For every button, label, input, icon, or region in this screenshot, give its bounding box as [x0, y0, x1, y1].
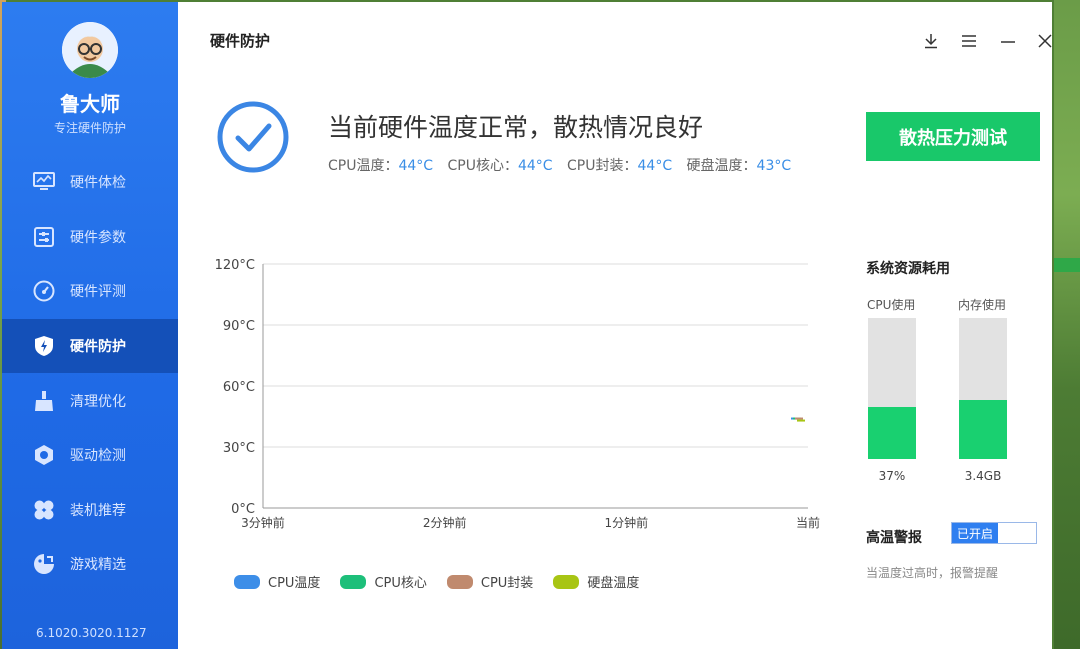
status-headline: 当前硬件温度正常，散热情况良好 [328, 113, 704, 142]
sidebar-item-label: 硬件防护 [70, 339, 126, 356]
sidebar: 鲁大师 专注硬件防护 硬件体检 硬件参数 硬件评测 硬件防护 清理优化 驱动检测… [2, 2, 178, 649]
app-name: 鲁大师 [60, 92, 120, 116]
watermark-text: 什么值得买 [948, 612, 1038, 633]
sidebar-item-build-recommend[interactable]: 装机推荐 [2, 483, 178, 538]
disk-temp-label: 硬盘温度： [686, 158, 757, 174]
sidebar-item-cleanup[interactable]: 清理优化 [2, 373, 178, 428]
sidebar-item-hardware-protection[interactable]: 硬件防护 [2, 318, 178, 374]
legend-swatch-disk-temp [553, 574, 580, 589]
disk-temp-value: 43°C [756, 158, 792, 174]
avatar[interactable] [62, 22, 118, 78]
high-temp-alarm-toggle[interactable]: 已开启 [951, 522, 1037, 544]
watermark: 值 什么值得买 [910, 606, 1038, 636]
temperature-readouts: CPU温度：44°C CPU核心：44°C CPU封装：44°C 硬盘温度：43… [328, 155, 801, 175]
y-tick-label: 90°C [223, 319, 255, 334]
y-tick-label: 120°C [215, 258, 255, 273]
memory-usage-bar [959, 318, 1007, 459]
sidebar-item-label: 游戏精选 [70, 557, 126, 574]
high-temp-alarm-description: 当温度过高时，报警提醒 [866, 566, 999, 580]
legend-swatch-cpu-temp [234, 574, 260, 589]
sidebar-item-label: 硬件评测 [70, 284, 126, 301]
cpu-usage-fill [868, 406, 916, 459]
check-circle-icon [216, 100, 290, 174]
speedometer-icon [32, 279, 56, 303]
legend-item[interactable]: CPU核心 [340, 572, 427, 591]
cpu-package-value: 44°C [637, 158, 673, 174]
sidebar-item-label: 硬件参数 [70, 229, 126, 246]
list-icon [32, 225, 56, 249]
y-tick-label: 60°C [223, 380, 255, 395]
sidebar-item-label: 硬件体检 [70, 175, 126, 192]
cpu-core-value: 44°C [517, 158, 553, 174]
sidebar-item-games[interactable]: 游戏精选 [2, 537, 178, 592]
shield-icon [32, 334, 56, 358]
stress-test-button[interactable]: 散热压力测试 [866, 112, 1040, 161]
memory-usage-value: 3.4GB [964, 469, 1002, 483]
resources-title: 系统资源耗用 [866, 261, 950, 277]
desktop-background-right [1054, 0, 1080, 649]
game-icon [32, 552, 56, 576]
cpu-temp-value: 44°C [398, 158, 434, 174]
sidebar-item-hardware-check[interactable]: 硬件体检 [2, 155, 178, 210]
legend-swatch-cpu-package [446, 574, 473, 589]
app-window: 鲁大师 专注硬件防护 硬件体检 硬件参数 硬件评测 硬件防护 清理优化 驱动检测… [2, 2, 1052, 649]
sidebar-item-hardware-params[interactable]: 硬件参数 [2, 210, 178, 265]
x-tick-label: 2分钟前 [423, 515, 467, 530]
sidebar-item-label: 驱动检测 [70, 448, 126, 465]
cpu-package-label: CPU封装： [567, 158, 638, 174]
chart-legend: CPU温度 CPU核心 CPU封装 硬盘温度 [234, 572, 659, 591]
cpu-usage-label: CPU使用 [867, 298, 916, 312]
monitor-icon [32, 170, 56, 194]
legend-item[interactable]: 硬盘温度 [553, 572, 639, 591]
x-tick-label: 1分钟前 [605, 515, 649, 530]
cpu-core-label: CPU核心： [447, 158, 518, 174]
y-tick-label: 0°C [231, 502, 255, 517]
minimize-icon[interactable] [997, 30, 1019, 52]
temperature-chart: 120°C 90°C 60°C 30°C 0°C3分钟前 2分钟前 1分钟前 当前 [215, 258, 820, 530]
sidebar-nav: 硬件体检 硬件参数 硬件评测 硬件防护 清理优化 驱动检测 装机推荐 游戏精选 [2, 155, 178, 592]
x-tick-label: 当前 [796, 515, 820, 530]
memory-usage-fill [959, 399, 1007, 459]
sidebar-item-label: 清理优化 [70, 393, 126, 410]
legend-swatch-cpu-core [340, 574, 367, 589]
cpu-usage-value: 37% [878, 469, 906, 483]
page-title: 硬件防护 [210, 32, 271, 50]
menu-icon[interactable] [958, 30, 980, 52]
sidebar-item-hardware-benchmark[interactable]: 硬件评测 [2, 264, 178, 319]
gear-icon [32, 443, 56, 467]
app-slogan: 专注硬件防护 [53, 121, 126, 135]
legend-item[interactable]: CPU温度 [234, 572, 320, 591]
legend-label: CPU温度 [268, 576, 321, 591]
download-icon[interactable] [920, 30, 942, 52]
y-tick-label: 30°C [223, 441, 255, 456]
cpu-usage-bar [868, 318, 916, 459]
cpu-temp-label: CPU温度： [328, 158, 399, 174]
main-panel: 硬件防护 当前硬件温度正常，散热情况良好 CPU温度：44°C CPU核心：44… [178, 2, 1052, 649]
version-label: 6.1020.3020.1127 [36, 626, 147, 640]
watermark-badge: 值 [910, 606, 940, 636]
sidebar-item-driver-check[interactable]: 驱动检测 [2, 428, 178, 483]
x-tick-label: 3分钟前 [241, 515, 285, 530]
sidebar-item-label: 装机推荐 [70, 502, 126, 519]
close-icon[interactable] [1034, 30, 1052, 52]
legend-label: 硬盘温度 [587, 576, 640, 591]
broom-icon [32, 389, 56, 413]
high-temp-alarm-label: 高温警报 [866, 530, 922, 546]
toggle-on-label: 已开启 [952, 523, 998, 543]
legend-item[interactable]: CPU封装 [446, 572, 534, 591]
clover-icon [32, 498, 56, 522]
memory-usage-label: 内存使用 [958, 298, 1007, 312]
legend-label: CPU封装 [480, 576, 534, 591]
legend-label: CPU核心 [374, 576, 427, 591]
